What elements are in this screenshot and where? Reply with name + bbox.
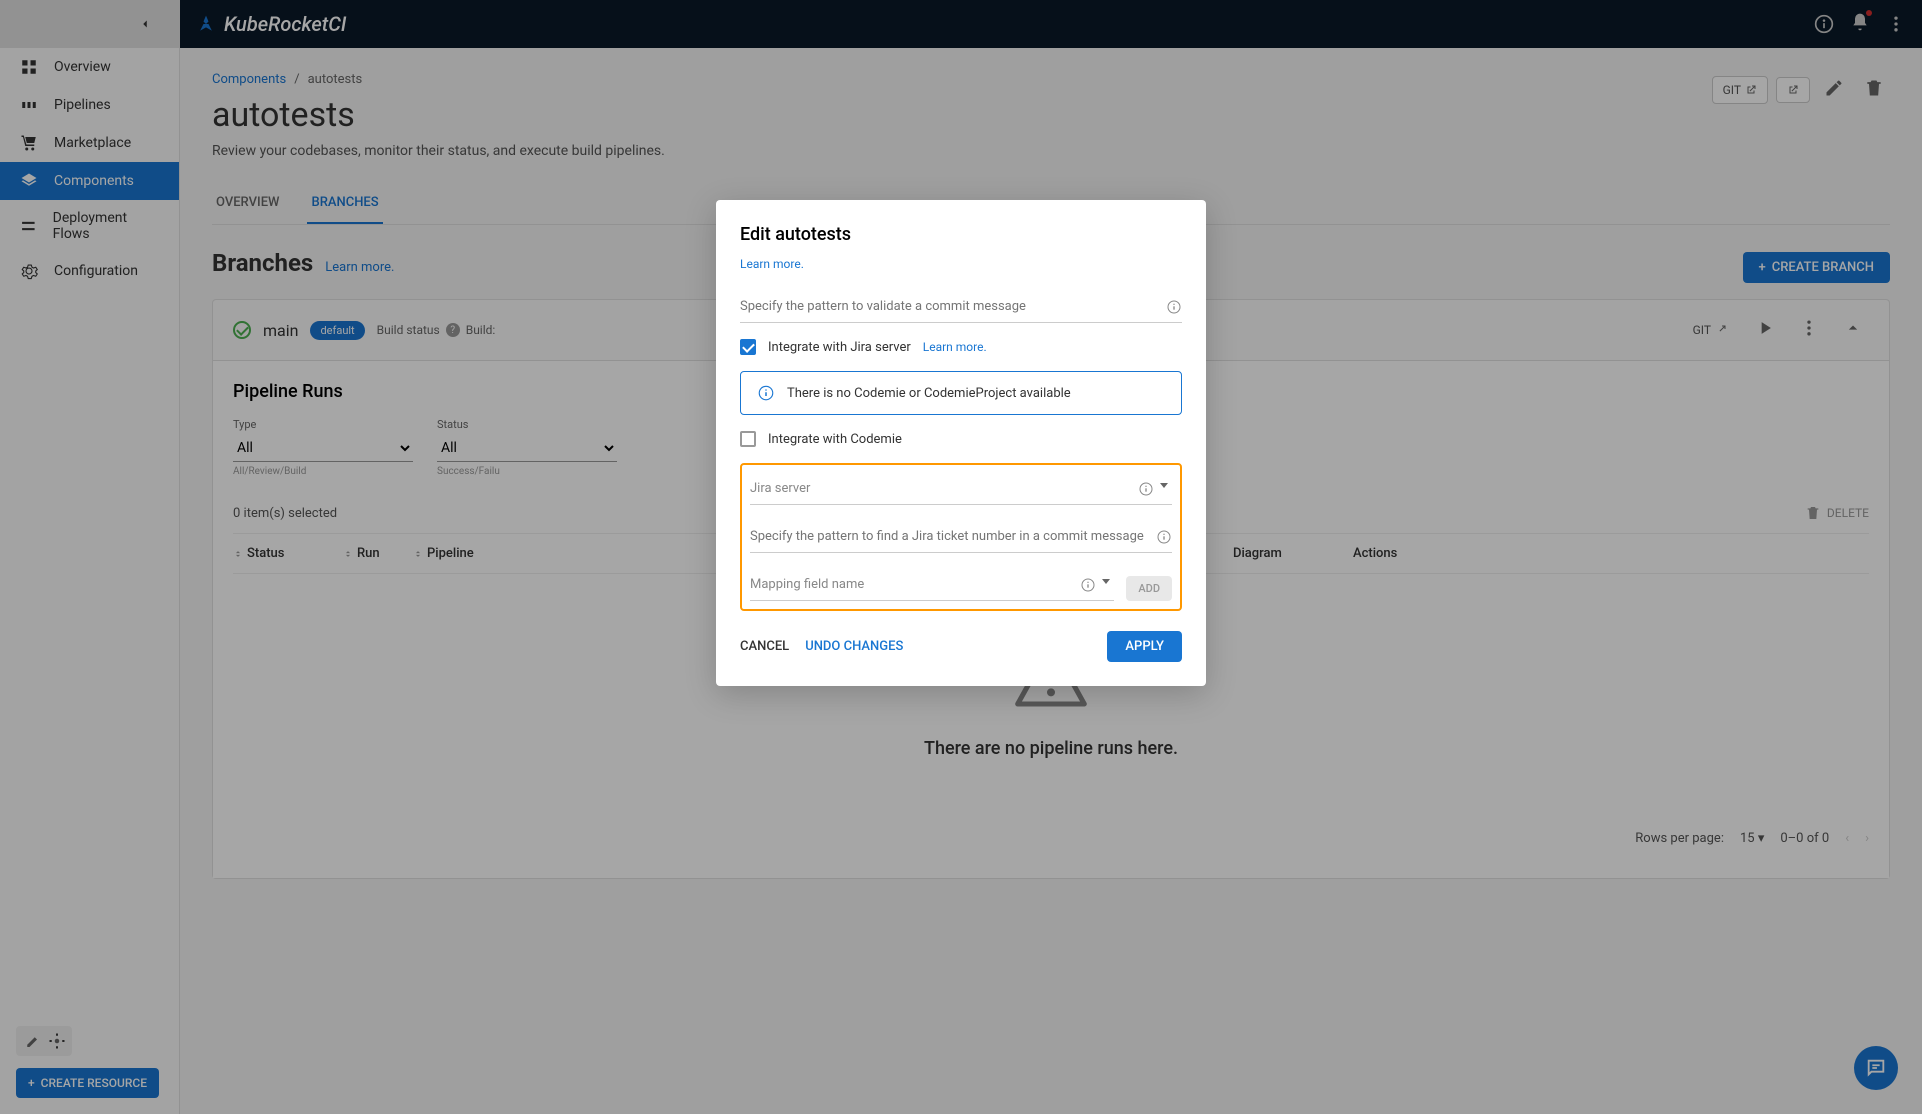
info-icon[interactable] [1156, 529, 1172, 545]
modal-title: Edit autotests [740, 224, 1182, 245]
mapping-row: Mapping field name ADD [750, 569, 1172, 601]
codemie-checkbox-row: Integrate with Codemie [740, 431, 1182, 447]
modal-footer: CANCEL UNDO CHANGES APPLY [740, 631, 1182, 662]
codemie-warning: There is no Codemie or CodemieProject av… [740, 371, 1182, 415]
info-icon[interactable] [1138, 481, 1154, 497]
add-mapping-button[interactable]: ADD [1126, 576, 1172, 601]
info-icon [757, 384, 775, 402]
cancel-button[interactable]: CANCEL [740, 639, 789, 654]
commit-pattern-input[interactable] [740, 291, 1182, 323]
jira-config-highlight: Jira server Mapping field name ADD [740, 463, 1182, 611]
undo-button[interactable]: UNDO CHANGES [805, 639, 903, 654]
info-icon[interactable] [1166, 299, 1182, 315]
edit-modal: Edit autotests Learn more. Integrate wit… [716, 200, 1206, 686]
apply-button[interactable]: APPLY [1107, 631, 1182, 662]
jira-learn-more[interactable]: Learn more. [923, 340, 987, 354]
jira-server-select[interactable]: Jira server [750, 473, 1172, 505]
commit-pattern-field [740, 291, 1182, 323]
ticket-pattern-input[interactable] [750, 521, 1172, 553]
info-icon[interactable] [1080, 577, 1096, 593]
jira-checkbox-row: Integrate with Jira server Learn more. [740, 339, 1182, 355]
chevron-down-icon [1102, 579, 1110, 584]
jira-checkbox[interactable] [740, 339, 756, 355]
modal-learn-more[interactable]: Learn more. [740, 257, 1182, 271]
chevron-down-icon [1160, 483, 1168, 488]
mapping-field: Mapping field name [750, 569, 1114, 601]
ticket-pattern-field [750, 521, 1172, 553]
codemie-checkbox[interactable] [740, 431, 756, 447]
jira-server-field: Jira server [750, 473, 1172, 505]
mapping-select[interactable]: Mapping field name [750, 569, 1114, 601]
